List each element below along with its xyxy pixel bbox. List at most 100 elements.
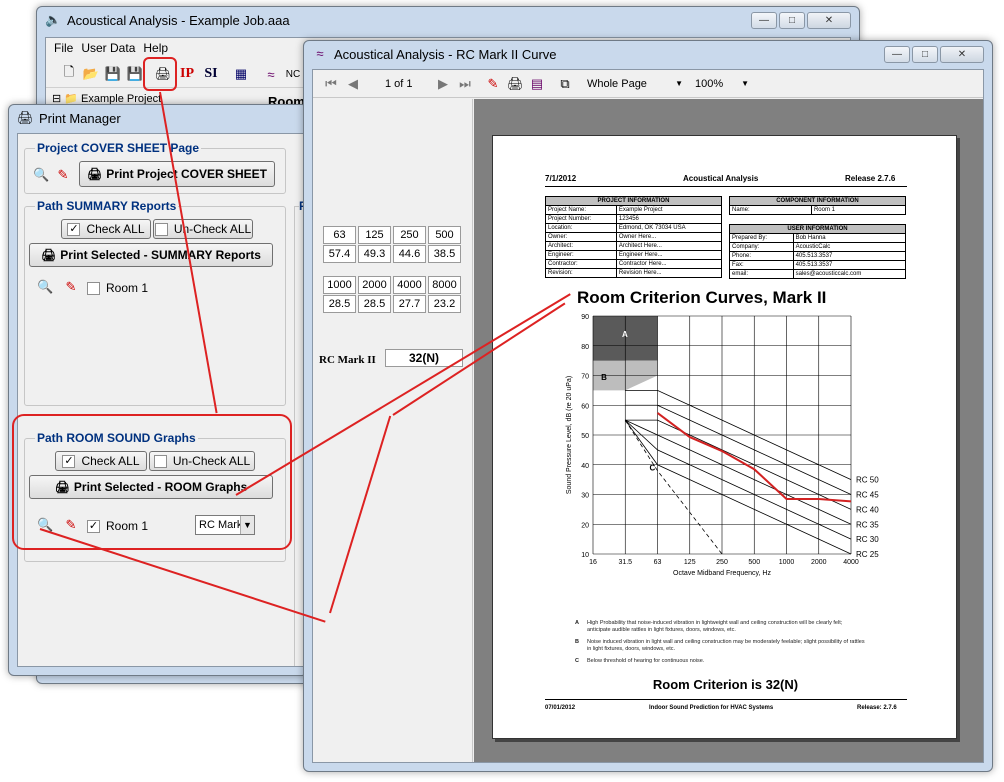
report-toolbar: ⏮ ◀ 1 of 1 ▶ ⏭ ✎ 🖨 ▤ ⧉ Whole Page ▼ 100%…: [313, 70, 983, 98]
calculator-icon[interactable]: ▦: [230, 63, 252, 85]
pdf-icon[interactable]: ✎: [55, 167, 71, 183]
cover-group: Project COVER SHEET Page 🔍 ✎ 🖨 Print Pro…: [24, 141, 286, 194]
ip-units-button[interactable]: IP: [176, 63, 198, 85]
band-cell: 250: [393, 226, 426, 244]
x-tick-label: 31.5: [618, 559, 632, 566]
page-setup-icon[interactable]: ▤: [529, 76, 545, 92]
rc-curve-label: RC 40: [856, 505, 879, 514]
checkbox-unchecked: [154, 222, 168, 236]
report-page: 7/1/2012 Acoustical Analysis Release 2.7…: [492, 135, 957, 739]
band-cell: 500: [428, 226, 461, 244]
last-page-icon[interactable]: ⏭: [457, 76, 473, 92]
value-cell: 28.5: [358, 295, 391, 313]
graph-icon[interactable]: ≈: [260, 63, 282, 85]
value-cell: 38.5: [428, 245, 461, 263]
rc-curve-label: RC 45: [856, 491, 879, 500]
note-item: B Noise induced vibration in light wall a…: [575, 639, 865, 652]
header-rule: [545, 186, 907, 187]
value-cell: 27.7: [393, 295, 426, 313]
printer-icon[interactable]: 🖨: [507, 76, 524, 92]
maximize-button[interactable]: □: [779, 12, 805, 29]
y-tick-label: 90: [581, 314, 589, 321]
minimize-button[interactable]: —: [751, 12, 777, 29]
pdf-export-icon[interactable]: ✎: [485, 76, 501, 92]
band-cell: 2000: [358, 276, 391, 294]
previous-page-icon[interactable]: ◀: [345, 76, 361, 92]
maximize-button[interactable]: □: [912, 46, 938, 63]
rc-curve: [625, 419, 852, 525]
checkbox-unchecked: [87, 282, 100, 296]
x-tick-label: 4000: [843, 559, 859, 566]
speaker-icon: 🔈: [45, 12, 62, 27]
band-cell: 1000: [323, 276, 356, 294]
footer-release: Release: 2.7.6: [857, 705, 897, 711]
summary-group: Path SUMMARY Reports ✓ Check ALL Un-Chec…: [24, 199, 286, 406]
report-window-title: Acoustical Analysis - RC Mark II Curve: [334, 46, 557, 62]
main-titlebar[interactable]: 🔈 Acoustical Analysis - Example Job.aaa: [37, 7, 859, 33]
first-page-icon[interactable]: ⏮: [323, 76, 339, 92]
next-page-icon[interactable]: ▶: [435, 76, 451, 92]
rc-curve: [624, 419, 852, 540]
chevron-down-icon: ▼: [741, 79, 749, 88]
printer-icon: 🖨: [41, 248, 57, 262]
summary-room-checkbox[interactable]: Room 1: [87, 281, 149, 296]
preview-icon[interactable]: 🔍: [33, 167, 49, 183]
region-label: A: [622, 330, 628, 339]
menu-help[interactable]: Help: [139, 41, 172, 55]
x-tick-label: 1000: [779, 559, 795, 566]
menu-user-data[interactable]: User Data: [77, 41, 139, 55]
menu-file[interactable]: File: [50, 41, 77, 55]
x-tick-label: 2000: [811, 559, 827, 566]
rc-curve: [625, 404, 852, 495]
print-summary-button[interactable]: 🖨 Print Selected - SUMMARY Reports: [29, 243, 273, 267]
print-manager-window: 🖨 Print Manager Project COVER SHEET Page…: [8, 104, 314, 676]
summary-room-label: Room 1: [106, 281, 149, 295]
close-button[interactable]: ✕: [940, 46, 984, 63]
x-axis-label: Octave Midband Frequency, Hz: [673, 570, 771, 577]
value-cell: 57.4: [323, 245, 356, 263]
page-indicator: 1 of 1: [385, 78, 413, 90]
project-info-table: PROJECT INFORMATION Project Name: Example…: [545, 196, 723, 278]
open-folder-icon[interactable]: 📂: [80, 63, 102, 85]
print-summary-label: Print Selected - SUMMARY Reports: [60, 248, 261, 262]
close-button[interactable]: ✕: [807, 12, 851, 29]
rc-result: Room Criterion is 32(N): [652, 677, 799, 692]
view-mode-dropdown[interactable]: Whole Page ▼: [583, 74, 687, 94]
check-all-label: Check ALL: [86, 222, 145, 236]
copy-icon[interactable]: ⧉: [557, 76, 573, 92]
value-cell: 49.3: [358, 245, 391, 263]
band-cell: 125: [358, 226, 391, 244]
main-window-controls: — □ ✕: [751, 12, 851, 29]
band-cell: 8000: [428, 276, 461, 294]
print-manager-title: Print Manager: [39, 110, 121, 126]
preview-icon[interactable]: 🔍: [37, 279, 53, 295]
info-value: Architect Here...: [615, 241, 723, 251]
print-manager-titlebar[interactable]: 🖨 Print Manager: [9, 105, 307, 131]
y-tick-label: 80: [581, 344, 589, 351]
summary-uncheck-all-button[interactable]: Un-Check ALL: [153, 219, 253, 239]
zoom-value: 100%: [695, 78, 724, 90]
user-info-heading: USER INFORMATION: [729, 224, 906, 234]
pdf-icon[interactable]: ✎: [63, 279, 79, 295]
nc-button[interactable]: NC: [282, 63, 304, 85]
info-key: Fax:: [729, 260, 794, 270]
summary-check-all-button[interactable]: ✓ Check ALL: [61, 219, 151, 239]
si-units-button[interactable]: SI: [200, 63, 222, 85]
rc-curve-label: RC 30: [856, 535, 879, 544]
info-key: Location:: [545, 223, 617, 233]
x-tick-label: 125: [684, 559, 696, 566]
save-icon[interactable]: 💾: [102, 63, 124, 85]
component-info-table: COMPONENT INFORMATION Name: Room 1: [729, 196, 907, 215]
info-key: Phone:: [729, 251, 794, 261]
minimize-button[interactable]: —: [884, 46, 910, 63]
note-key: A: [575, 620, 579, 626]
info-value: 123456: [615, 214, 723, 224]
new-file-icon[interactable]: 🗋: [58, 63, 80, 85]
info-value: Edmond, OK 73034 USA: [615, 223, 723, 233]
zoom-dropdown[interactable]: 100% ▼: [691, 74, 753, 94]
info-key: Engineer:: [545, 250, 617, 260]
y-tick-label: 40: [581, 463, 589, 470]
info-key: Architect:: [545, 241, 617, 251]
note-item: C Below threshold of hearing for continuo…: [575, 658, 865, 665]
region-label: C: [649, 464, 655, 473]
